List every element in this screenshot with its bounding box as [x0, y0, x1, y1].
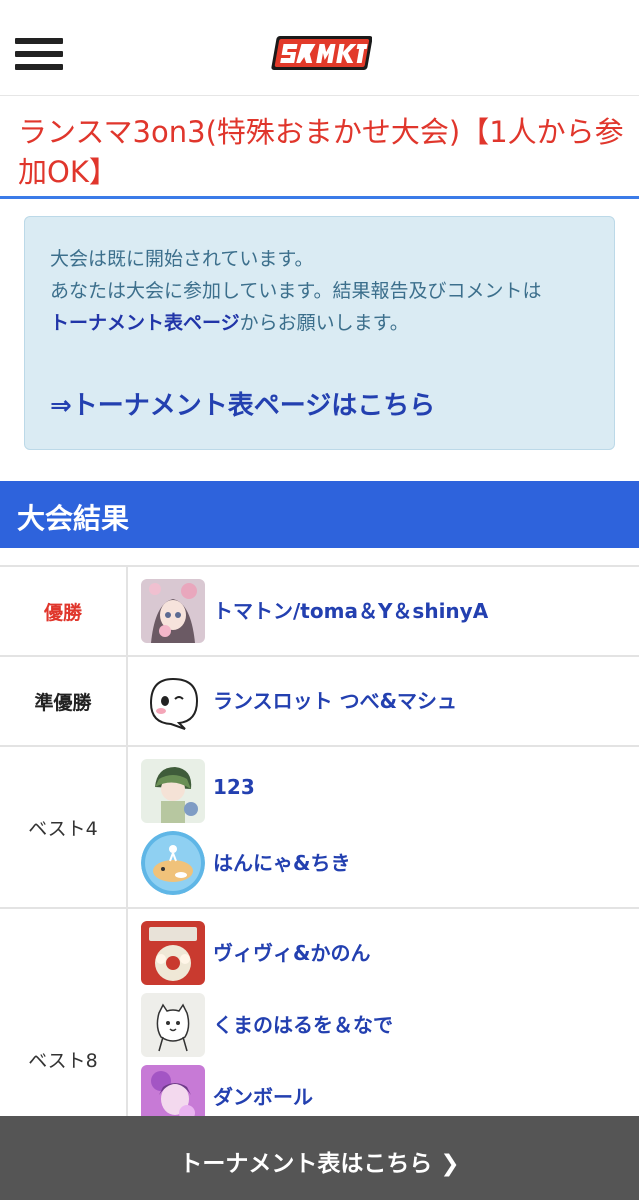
team-entry[interactable]: はんにゃ&ちき: [141, 831, 631, 895]
tournament-status-notice: 大会は既に開始されています。 あなたは大会に参加しています。結果報告及びコメント…: [24, 216, 615, 450]
notice-text: 大会は既に開始されています。 あなたは大会に参加しています。結果報告及びコメント…: [50, 243, 550, 339]
tournament-page-link[interactable]: ⇒トーナメント表ページはこちら: [50, 385, 435, 422]
hamster-avatar: [141, 831, 205, 895]
results-row-runner-up: 準優勝 ランスロット つべ&マシュ: [0, 655, 639, 745]
team-name[interactable]: ヴィヴィ&かのん: [213, 937, 370, 966]
tournament-bracket-button[interactable]: トーナメント表はこちら ❯: [0, 1116, 639, 1200]
smamate-logo[interactable]: [268, 30, 372, 76]
rank-label: ベスト4: [0, 747, 128, 907]
anime-girl-avatar: [141, 579, 205, 643]
rank-label: 優勝: [0, 567, 128, 655]
team-entry[interactable]: ランスロット つべ&マシュ: [141, 669, 631, 733]
team-name[interactable]: 123: [213, 775, 255, 799]
tournament-title: ランスマ3on3(特殊おまかせ大会)【1人から参加OK】: [18, 115, 624, 189]
notice-inline-tournament-link[interactable]: トーナメント表ページ: [50, 312, 240, 334]
site-header: [0, 0, 639, 96]
team-name[interactable]: トマトン/toma＆Y＆shinyA: [213, 595, 488, 624]
team-name[interactable]: ダンボール: [213, 1081, 313, 1110]
notice-line-participating: あなたは大会に参加しています。結果報告及びコメントは: [50, 280, 542, 302]
rank-label: 準優勝: [0, 657, 128, 745]
team-entry[interactable]: くまのはるを＆なで: [141, 993, 631, 1057]
team-entry[interactable]: ヴィヴィ&かのん: [141, 921, 631, 985]
notice-line-started: 大会は既に開始されています。: [50, 248, 314, 270]
team-name[interactable]: はんにゃ&ちき: [213, 847, 350, 876]
title-divider: [0, 196, 639, 199]
hamburger-menu-icon[interactable]: [15, 38, 63, 70]
team-entry[interactable]: トマトン/toma＆Y＆shinyA: [141, 579, 631, 643]
team-name[interactable]: ランスロット つべ&マシュ: [213, 685, 457, 714]
donut-avatar: [141, 921, 205, 985]
results-row-best8: ベスト8 ヴィヴィ&かのん くまのはるを＆なで ダンボール: [0, 907, 639, 1200]
team-entry[interactable]: 123: [141, 759, 631, 823]
results-row-winner: 優勝 トマトン/toma＆Y＆shinyA: [0, 565, 639, 655]
notice-line-suffix: からお願いします。: [239, 312, 409, 334]
results-row-best4: ベスト4 123 はんにゃ&ちき: [0, 745, 639, 907]
ghost-avatar: [141, 669, 205, 733]
results-section-title: 大会結果: [17, 502, 130, 535]
bracket-button-label: トーナメント表はこちら ❯: [179, 1151, 460, 1177]
bear-sketch-avatar: [141, 993, 205, 1057]
results-section-header: 大会結果: [0, 481, 639, 548]
team-name[interactable]: くまのはるを＆なで: [213, 1009, 393, 1038]
green-hair-character-avatar: [141, 759, 205, 823]
